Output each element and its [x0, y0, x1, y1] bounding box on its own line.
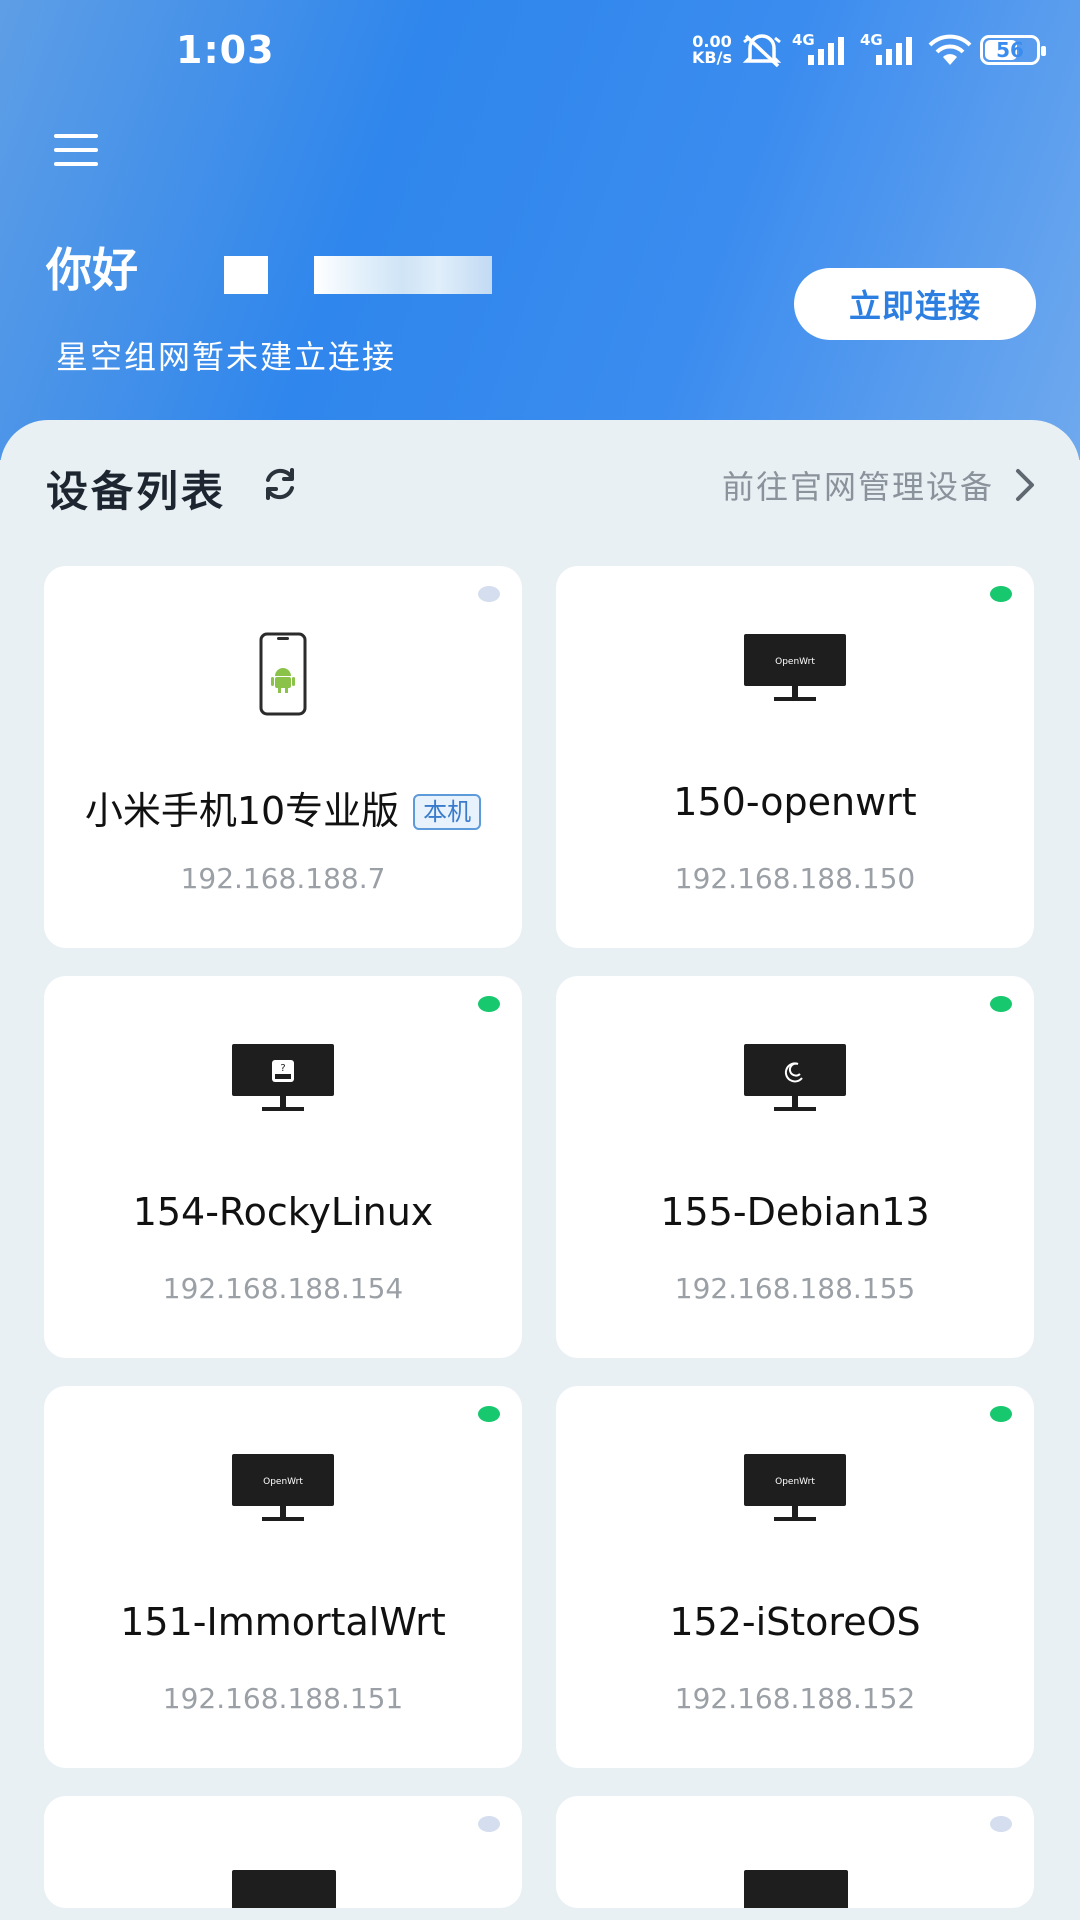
- device-ip: 192.168.188.155: [674, 1272, 916, 1305]
- header: 1:03 0.00 KB/s 4G 4G 56 你好 星空组网暂未建立连接 立即…: [0, 0, 1080, 460]
- net-speed-unit: KB/s: [692, 48, 732, 67]
- signal-bars-icon-2: [876, 37, 912, 65]
- status-dot-offline: [478, 586, 500, 602]
- device-card-partial[interactable]: [556, 1796, 1034, 1908]
- net-speed: 0.00 KB/s: [692, 34, 732, 66]
- status-dot-online: [478, 996, 500, 1012]
- signal-4g-icon-2: 4G: [860, 31, 920, 67]
- signal-bars-icon-1: [808, 37, 844, 65]
- device-name: 155-Debian13: [660, 1190, 930, 1234]
- device-ip: 192.168.188.154: [162, 1272, 404, 1305]
- monitor-icon-partial: [744, 1870, 848, 1908]
- device-name-row: 小米手机10专业版 本机: [44, 780, 522, 835]
- device-card[interactable]: OpenWrt 152-iStoreOS 192.168.188.152: [556, 1386, 1034, 1768]
- device-card[interactable]: 小米手机10专业版 本机 192.168.188.7: [44, 566, 522, 948]
- device-card-partial[interactable]: [44, 1796, 522, 1908]
- status-dot-online: [990, 996, 1012, 1012]
- svg-text:OpenWrt: OpenWrt: [775, 657, 815, 667]
- menu-button[interactable]: [52, 130, 102, 170]
- debian-monitor-icon: [744, 1044, 846, 1111]
- connection-status-text: 星空组网暂未建立连接: [56, 338, 397, 376]
- unknown-os-monitor-icon: ?: [232, 1044, 334, 1111]
- mute-bell-icon: [742, 34, 782, 68]
- status-dot-offline: [478, 1816, 500, 1832]
- device-list-title: 设备列表: [46, 467, 227, 516]
- status-dot-offline: [990, 1816, 1012, 1832]
- monitor-icon-partial: [232, 1870, 336, 1908]
- openwrt-monitor-icon: OpenWrt: [744, 1454, 846, 1521]
- openwrt-monitor-icon: OpenWrt: [744, 634, 846, 701]
- signal-4g-icon-1: 4G: [792, 31, 852, 67]
- svg-text:OpenWrt: OpenWrt: [263, 1477, 303, 1487]
- redacted-username-block-2: [314, 256, 492, 294]
- device-name: 150-openwrt: [673, 780, 917, 824]
- wifi-icon: [928, 34, 972, 65]
- status-dot-online: [990, 1406, 1012, 1422]
- svg-text:OpenWrt: OpenWrt: [775, 1477, 815, 1487]
- svg-text:?: ?: [280, 1063, 285, 1074]
- status-bar: 1:03 0.00 KB/s 4G 4G 56: [0, 0, 1080, 100]
- this-device-badge: 本机: [413, 794, 482, 830]
- battery-level: 56: [996, 38, 1024, 62]
- device-card[interactable]: OpenWrt 151-ImmortalWrt 192.168.188.151: [44, 1386, 522, 1768]
- greeting: 你好: [46, 243, 138, 297]
- chevron-right-icon: [1016, 469, 1034, 501]
- device-name: 152-iStoreOS: [669, 1600, 921, 1644]
- device-card[interactable]: 155-Debian13 192.168.188.155: [556, 976, 1034, 1358]
- device-ip: 192.168.188.150: [674, 862, 916, 895]
- redacted-username-block: [224, 256, 268, 294]
- android-phone-icon: [259, 632, 307, 716]
- device-card[interactable]: ? 154-RockyLinux 192.168.188.154: [44, 976, 522, 1358]
- device-ip: 192.168.188.152: [674, 1682, 916, 1715]
- device-name: 151-ImmortalWrt: [120, 1600, 446, 1644]
- device-ip: 192.168.188.151: [162, 1682, 404, 1715]
- battery-icon: 56: [980, 35, 1046, 65]
- refresh-icon[interactable]: [258, 462, 302, 506]
- connect-now-button[interactable]: 立即连接: [794, 268, 1036, 340]
- status-dot-online: [990, 586, 1012, 602]
- openwrt-monitor-icon: OpenWrt: [232, 1454, 334, 1521]
- manage-devices-label: 前往官网管理设备: [721, 468, 994, 506]
- manage-devices-link[interactable]: 前往官网管理设备: [722, 462, 1036, 508]
- status-dot-online: [478, 1406, 500, 1422]
- device-card[interactable]: OpenWrt 150-openwrt 192.168.188.150: [556, 566, 1034, 948]
- device-name: 154-RockyLinux: [132, 1190, 434, 1234]
- status-icons: 0.00 KB/s 4G 4G 56: [692, 30, 1046, 70]
- device-ip: 192.168.188.7: [180, 862, 386, 895]
- device-name: 小米手机10专业版: [84, 789, 400, 833]
- status-time: 1:03: [176, 28, 275, 72]
- app-screen: 1:03 0.00 KB/s 4G 4G 56 你好 星空组网暂未建立连接 立即…: [0, 0, 1080, 1920]
